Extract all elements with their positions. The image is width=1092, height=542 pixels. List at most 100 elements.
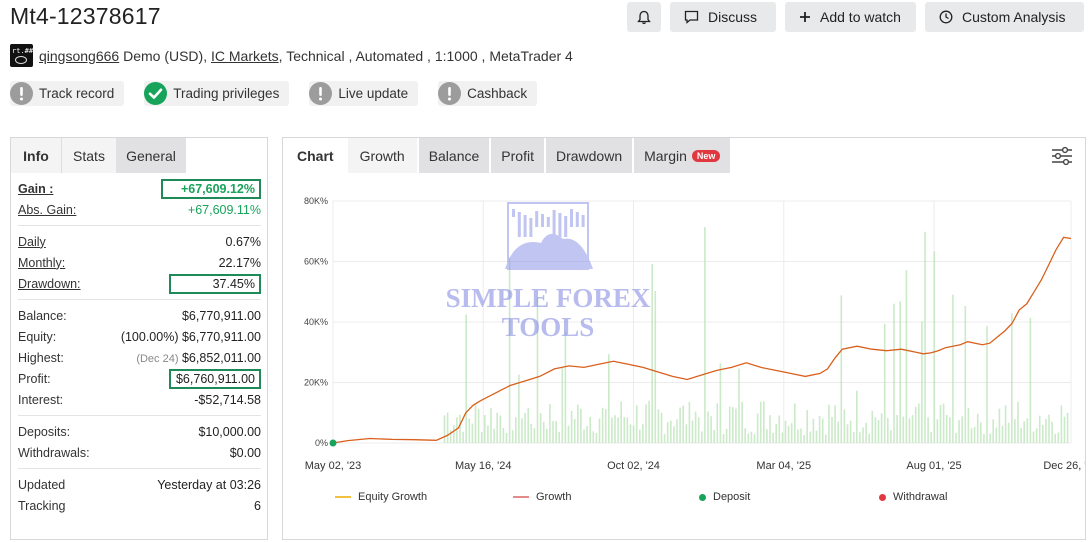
stat-highest: Highest: (Dec 24) $6,852,011.00 [18,350,261,365]
tab-margin[interactable]: Margin New [634,138,731,173]
x-tick-label: May 02, '23 [305,460,362,472]
activity-bar [601,407,604,443]
watermark-line2: TOOLS [502,312,595,342]
activity-bar [871,410,874,443]
activity-bar [577,404,579,443]
discuss-button[interactable]: Discuss [670,2,776,32]
tab-general[interactable]: General [116,138,186,173]
activity-bar [794,403,796,443]
activity-bar [1042,424,1044,443]
y-tick-label: 20K% [304,378,328,388]
activity-bar [747,433,750,443]
activity-bar [527,408,529,443]
activity-bar [936,419,939,443]
activity-bar [899,301,901,443]
activity-bar [784,420,787,443]
badge-live-update[interactable]: Live update [309,81,419,106]
chart-tabs: Chart Growth Balance Profit Drawdown Mar… [283,138,1085,173]
activity-bar [546,428,548,443]
activity-bar [676,419,678,443]
add-to-watch-button[interactable]: Add to watch [785,2,916,32]
activity-bar [515,417,517,443]
activity-bar [797,429,799,443]
activity-bar [1038,415,1041,443]
stat-interest: Interest: -$52,714.58 [18,392,261,407]
stat-equity: Equity: (100.00%) $6,770,911.00 [18,329,261,344]
badge-track-record[interactable]: Track record [10,81,125,106]
activity-bar [1001,425,1004,443]
activity-bar [1023,421,1025,443]
badge-trading-privileges[interactable]: Trading privileges [144,81,290,106]
exclamation-icon [438,82,462,105]
tab-balance[interactable]: Balance [418,138,490,173]
activity-bar [1057,432,1060,443]
activity-bar [539,413,542,443]
legend-growth[interactable]: Growth [513,491,571,503]
activity-bar [561,367,564,443]
activity-bar [759,401,762,443]
activity-bar [685,424,688,443]
activity-bar [471,423,474,443]
activity-bar [927,417,929,443]
tab-drawdown[interactable]: Drawdown [545,138,633,173]
user-link[interactable]: qingsong666 [39,48,119,64]
legend-deposit[interactable]: Deposit [699,491,750,503]
avatar[interactable]: rt.## [10,44,33,67]
activity-bar [701,431,703,443]
activity-bar [914,406,917,443]
tab-stats[interactable]: Stats [62,138,116,173]
activity-bar [657,409,660,443]
badge-cashback[interactable]: Cashback [438,81,538,106]
stats-panel: Info Stats General Gain : +67,609.12% Ab… [10,137,268,540]
activity-bar [645,404,647,443]
activity-bar [952,294,954,443]
activity-bar [918,403,920,443]
activity-bar [769,415,771,443]
sliders-icon [1052,146,1072,166]
badges: Track record Trading privileges Live upd… [10,81,538,106]
stat-gain: Gain : +67,609.12% [18,178,261,199]
activity-bar [763,401,765,443]
activity-bar [958,420,960,443]
tab-info[interactable]: Info [11,138,62,173]
add-to-watch-label: Add to watch [820,9,901,25]
activity-bar [542,421,545,443]
tab-chart[interactable]: Chart [283,138,348,173]
activity-bar [1063,416,1066,443]
activity-bar [1032,431,1035,443]
activity-bar [902,416,905,443]
notifications-button[interactable] [627,2,661,32]
activity-bar [691,420,694,443]
chart-settings-button[interactable] [1051,146,1073,171]
activity-bar [790,423,793,443]
stat-balance: Balance: $6,770,911.00 [18,308,261,323]
legend-equity-growth[interactable]: Equity Growth [335,491,427,503]
check-icon [144,82,168,105]
stats-body: Gain : +67,609.12% Abs. Gain: +67,609.11… [11,178,267,516]
activity-bar [989,433,991,443]
activity-bar [666,422,669,443]
activity-bar [707,411,709,443]
activity-bar [812,418,815,443]
activity-bar [1007,422,1010,443]
tab-growth[interactable]: Growth [347,138,417,173]
activity-bar [908,418,911,443]
activity-bar [595,433,598,443]
tab-profit[interactable]: Profit [491,138,544,173]
activity-bar [840,295,843,443]
activity-bar [694,411,697,443]
custom-analysis-label: Custom Analysis [962,9,1066,25]
activity-bar [815,430,818,443]
activity-bar [580,408,582,443]
activity-bar [877,419,880,443]
activity-bar [1011,313,1013,443]
activity-bar [474,403,477,443]
custom-analysis-button[interactable]: Custom Analysis [925,2,1084,32]
activity-bar [623,416,626,443]
legend-withdrawal[interactable]: Withdrawal [879,491,947,503]
activity-bar [750,431,753,443]
activity-bar [629,424,632,443]
activity-bar [1017,401,1019,443]
activity-bar [1051,421,1053,443]
broker-link[interactable]: IC Markets [211,48,279,64]
